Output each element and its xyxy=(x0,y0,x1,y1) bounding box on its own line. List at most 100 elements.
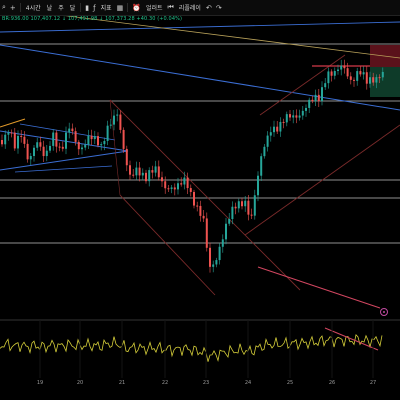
replay-button[interactable]: 리플레이 xyxy=(176,0,204,15)
candle xyxy=(378,77,381,79)
candle xyxy=(1,140,3,145)
candle xyxy=(205,218,208,248)
candle xyxy=(77,141,80,150)
candle xyxy=(193,191,195,206)
candle xyxy=(253,195,256,216)
candle xyxy=(93,136,96,140)
candle xyxy=(164,181,167,189)
candle xyxy=(33,147,35,157)
candle xyxy=(167,188,170,190)
candle xyxy=(119,114,122,130)
candle xyxy=(26,143,29,160)
candle xyxy=(317,94,320,102)
candle xyxy=(138,167,141,176)
candle xyxy=(276,126,279,132)
candle xyxy=(68,128,71,133)
candle xyxy=(74,131,77,142)
candle xyxy=(292,115,295,118)
time-axis-label: 24 xyxy=(245,380,251,386)
candle xyxy=(125,148,128,166)
interval-selector[interactable]: 4시간 xyxy=(23,0,44,15)
candle xyxy=(196,205,199,207)
candle xyxy=(301,110,304,116)
candle xyxy=(282,121,285,123)
candle xyxy=(161,177,163,182)
candle xyxy=(324,83,327,88)
candle xyxy=(13,132,16,149)
candle xyxy=(148,170,151,182)
candle xyxy=(244,200,247,207)
candle xyxy=(330,71,333,76)
candle xyxy=(81,147,83,150)
candle xyxy=(65,132,67,149)
candle xyxy=(337,69,339,72)
candle xyxy=(369,77,371,84)
candle xyxy=(225,223,227,240)
candle xyxy=(375,77,378,83)
candles-icon[interactable]: ▮ xyxy=(83,0,91,15)
candle xyxy=(237,201,240,209)
candle xyxy=(17,135,19,149)
toolbar-divider xyxy=(127,3,129,12)
candle xyxy=(100,144,103,146)
candle xyxy=(353,79,355,81)
price-chart[interactable]: 19 20 21 22 23 24 25 26 27 xyxy=(0,0,400,400)
undo-icon[interactable]: ↶ xyxy=(204,0,214,15)
candle xyxy=(215,260,218,265)
candle xyxy=(295,115,298,118)
candle xyxy=(359,71,362,75)
candle xyxy=(308,99,311,108)
candle xyxy=(58,146,61,148)
replay-icon[interactable]: ⏮ xyxy=(166,0,176,15)
candle xyxy=(10,132,13,134)
candle xyxy=(45,150,48,157)
candle xyxy=(84,144,87,148)
candle xyxy=(321,87,323,102)
candle xyxy=(52,132,55,146)
candle xyxy=(340,65,343,70)
candle xyxy=(266,135,269,147)
layout-icon[interactable]: ▦ xyxy=(115,0,126,15)
candle xyxy=(212,264,215,267)
plus-icon[interactable]: + xyxy=(8,0,18,15)
time-axis-label: 27 xyxy=(370,380,376,386)
candle xyxy=(42,146,45,157)
candle xyxy=(145,172,147,182)
candle xyxy=(311,99,314,102)
candle xyxy=(122,129,125,149)
candle xyxy=(36,142,39,148)
candle xyxy=(234,206,237,209)
candle xyxy=(177,183,179,190)
range-day-button[interactable]: 날 xyxy=(44,0,56,15)
triangle-line-1 xyxy=(0,130,129,152)
position-profit-zone xyxy=(370,67,400,97)
candle xyxy=(141,172,144,176)
candle xyxy=(49,145,51,151)
candle xyxy=(154,166,157,173)
indicators-button[interactable]: 지표 xyxy=(98,0,115,15)
alert-button[interactable]: 얼러트 xyxy=(143,0,166,15)
candle xyxy=(55,132,58,147)
candle xyxy=(260,156,263,176)
range-month-button[interactable]: 달 xyxy=(67,0,79,15)
range-week-button[interactable]: 주 xyxy=(55,0,67,15)
redo-icon[interactable]: ↷ xyxy=(214,0,224,15)
candle xyxy=(372,77,375,83)
time-axis-label: 19 xyxy=(37,380,43,386)
oscillator-divergence-line xyxy=(324,327,379,351)
candle xyxy=(333,71,336,76)
channel-upper xyxy=(109,99,301,291)
alert-icon[interactable]: ⏰ xyxy=(130,0,143,15)
projection-line xyxy=(257,266,381,309)
candle xyxy=(314,94,317,102)
candle xyxy=(129,165,131,175)
symbol-search-icon[interactable]: ⌕ xyxy=(0,0,8,15)
time-axis-label: 26 xyxy=(329,380,335,386)
trendline-main-blue xyxy=(0,44,400,111)
ohlc-legend: BR:936.00 107,407.12 ↓ 107,491.98 ↓ 107,… xyxy=(2,16,182,22)
candle xyxy=(157,166,160,178)
candle xyxy=(135,167,138,176)
top-toolbar: ⌕ + 4시간 날 주 달 ▮ ƒ 지표 ▦ ⏰ 얼러트 ⏮ 리플레이 ↶ ↷ xyxy=(0,0,400,16)
candle xyxy=(356,71,359,81)
candle xyxy=(263,146,266,157)
